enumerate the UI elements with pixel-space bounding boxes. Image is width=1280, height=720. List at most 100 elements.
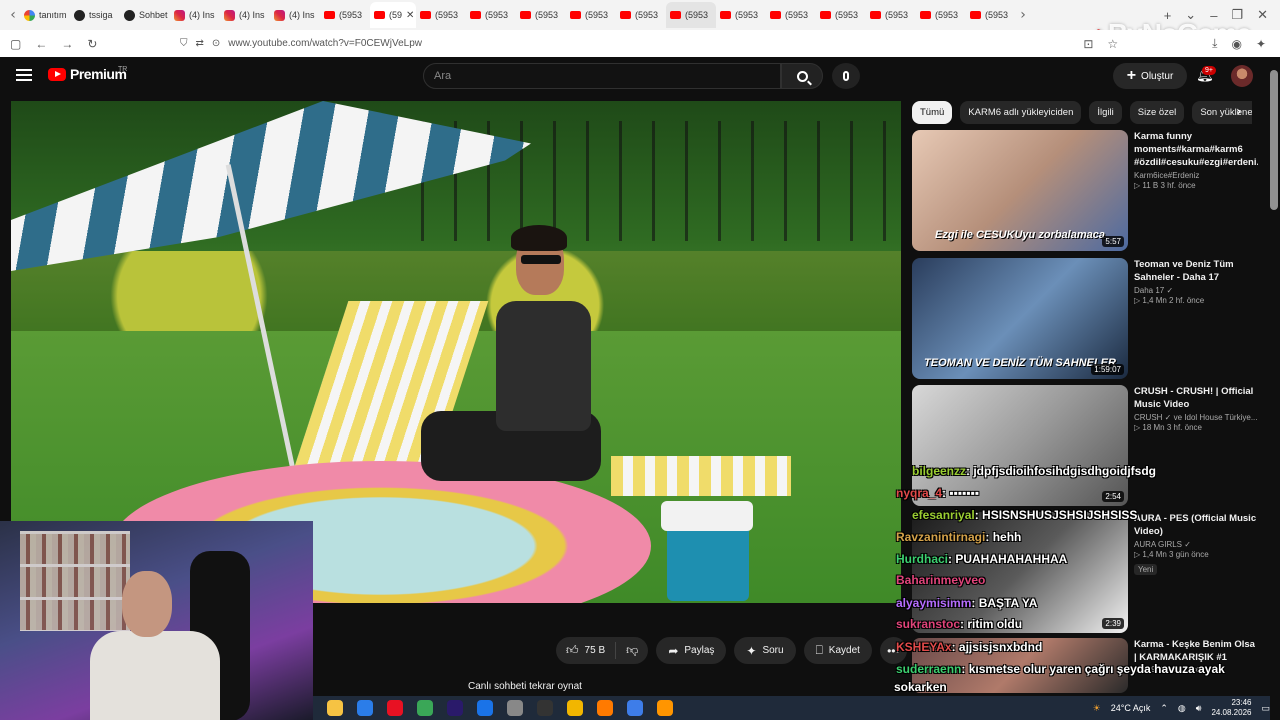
browser-tab[interactable]: (5953 (866, 2, 916, 28)
recommendation-item[interactable]: TEOMAN VE DENİZ TÜM SAHNELER 1:59:07 Teoma… (912, 258, 1257, 379)
filter-chip[interactable]: İlgili (1089, 101, 1122, 124)
tab-favicon-icon (420, 11, 431, 19)
browser-tab[interactable]: tanıtım (20, 2, 70, 28)
chat-username[interactable]: KSHEYAx (896, 640, 952, 654)
recommendation-channel[interactable]: Daha 17 ✓ (1134, 286, 1257, 295)
extensions-icon[interactable]: ✦ (1256, 37, 1266, 51)
filter-chip[interactable]: Tümü (912, 101, 953, 124)
folder-icon[interactable] (567, 700, 583, 716)
create-button[interactable]: + Oluştur (1113, 63, 1187, 89)
save-button[interactable]: ⎕ Kaydet (803, 637, 872, 664)
browser-tab[interactable]: (5953 (466, 2, 516, 28)
browser-tab[interactable]: tssiga (70, 2, 120, 28)
chat-username[interactable]: Baharinmeyveo (896, 573, 985, 587)
tab-label: (4) Ins (189, 10, 215, 20)
chat-username[interactable]: bilgeenzz (912, 464, 966, 478)
chat-username[interactable]: Hurdhaci (896, 552, 948, 566)
browser-tab[interactable]: (5953 (416, 2, 466, 28)
file-explorer-icon[interactable] (327, 700, 343, 716)
account-icon[interactable]: ◉ (1231, 37, 1241, 51)
chat-message: nyqra_4: ▪▪▪▪▪▪▪ (896, 486, 979, 500)
browser-tab[interactable]: (4) Ins (220, 2, 270, 28)
youtube-logo[interactable]: Premium (48, 66, 127, 82)
tab-scroll-left-icon[interactable]: ‹ (6, 7, 20, 23)
browser-tab[interactable]: (5953 (766, 2, 816, 28)
recommendation-thumbnail[interactable]: Ezgi ile CESUKUyu zorbalamaca 5:57 (912, 130, 1128, 251)
recommendation-thumbnail[interactable]: TEOMAN VE DENİZ TÜM SAHNELER 1:59:07 (912, 258, 1128, 379)
chat-username[interactable]: nyqra_4 (896, 486, 942, 500)
chat-username[interactable]: Ravzanintirnagi (896, 530, 985, 544)
browser-tab[interactable]: (5953 (516, 2, 566, 28)
browser-tab[interactable]: (5953 (566, 2, 616, 28)
menu-icon[interactable] (16, 69, 32, 81)
recommendation-channel[interactable]: CRUSH ✓ ve Idol House Türkiye... (1134, 413, 1257, 422)
paint-icon[interactable] (627, 700, 643, 716)
bookmark-star-icon[interactable]: ☆ (1107, 37, 1118, 51)
outlook-icon[interactable] (357, 700, 373, 716)
network-icon[interactable]: ◍ (1178, 703, 1186, 714)
share-button[interactable]: ➦ Paylaş (656, 637, 727, 664)
obs-icon[interactable] (537, 700, 553, 716)
search-input[interactable]: Ara (423, 63, 781, 89)
recommendation-item[interactable]: Ezgi ile CESUKUyu zorbalamaca 5:57 Karma f… (912, 130, 1258, 251)
dislike-button[interactable]: 👎︎ (616, 637, 648, 664)
close-window-icon[interactable]: ✕ (1257, 7, 1268, 23)
download-icon[interactable]: ⤓ (1212, 36, 1217, 51)
browser-tab[interactable]: (5953 (616, 2, 666, 28)
like-button[interactable]: 👍︎ 75 B (556, 637, 615, 664)
chips-next-icon[interactable]: › (1236, 104, 1242, 120)
browser-tab[interactable]: (5953 (716, 2, 766, 28)
youtube-play-icon (48, 67, 66, 81)
duration-badge: 1:59:07 (1091, 364, 1124, 375)
tab-close-icon[interactable]: ✕ (406, 10, 414, 21)
recommendation-channel[interactable]: Karm6ice#Erdeniz (1134, 171, 1258, 180)
forward-icon[interactable]: → (61, 37, 73, 51)
apps-icon[interactable] (477, 700, 493, 716)
browser-tab[interactable]: (4) Ins (170, 2, 220, 28)
browser-tab[interactable]: Sohbet (120, 2, 170, 28)
chat-username[interactable]: alyaymisimm (896, 596, 971, 610)
browser-tab[interactable]: (59 ✕ (370, 2, 416, 28)
tray-chevron-icon[interactable]: ⌃ (1160, 703, 1168, 714)
browser-tab[interactable]: (5953 (966, 2, 1016, 28)
chat-username[interactable]: suderraenn (896, 662, 961, 676)
page-scrollbar-thumb[interactable] (1270, 70, 1278, 210)
opera-icon[interactable] (387, 700, 403, 716)
lock-icon: ⊙ (211, 38, 221, 49)
vlc-icon[interactable] (657, 700, 673, 716)
sidebar-toggle-icon[interactable]: ▢ (10, 37, 21, 51)
chrome-icon[interactable] (417, 700, 433, 716)
chat-username[interactable]: sukranstoc (896, 617, 960, 631)
chat-username[interactable]: efesanriyal (912, 508, 975, 522)
premiere-icon[interactable] (447, 700, 463, 716)
reload-icon[interactable]: ↻ (87, 37, 97, 51)
notification-center-icon[interactable]: ▭ (1261, 703, 1270, 714)
plus-icon: + (1126, 67, 1137, 84)
chat-message: bilgeenzz: jdpfjsdioihfosihdgisdhgoidjfs… (912, 464, 1156, 478)
tab-scroll-right-icon[interactable]: › (1016, 7, 1030, 23)
voice-search-button[interactable] (832, 63, 860, 89)
browser-tab[interactable]: (5953 (666, 2, 716, 28)
ask-button[interactable]: ✦ Soru (734, 637, 796, 664)
browser-tab[interactable]: (5953 (816, 2, 866, 28)
sparkle-icon: ✦ (746, 643, 757, 658)
avatar[interactable] (1231, 65, 1253, 87)
filter-chip[interactable]: Son yüklenenler (1192, 101, 1252, 124)
filter-chip[interactable]: KARM6 adlı yükleyiciden (960, 101, 1082, 124)
site-info-icon[interactable]: ⇄ (196, 38, 204, 49)
firefox-icon[interactable] (597, 700, 613, 716)
volume-icon[interactable]: 🔊︎ (1196, 703, 1202, 714)
app-icon[interactable] (507, 700, 523, 716)
search-button[interactable] (781, 63, 823, 89)
browser-tab[interactable]: (5953 (320, 2, 370, 28)
screenshot-icon[interactable]: ⊡ (1083, 37, 1093, 51)
system-tray: ☀ 24°C Açık ⌃ ◍ 🔊︎ 23:46 24.08.2026 ▭ (1093, 696, 1280, 720)
clock[interactable]: 23:46 24.08.2026 (1211, 698, 1251, 718)
filter-chip[interactable]: Size özel (1129, 101, 1185, 124)
video-person (421, 225, 611, 561)
back-icon[interactable]: ← (35, 37, 47, 51)
browser-tab[interactable]: (5953 (916, 2, 966, 28)
replay-chat-button[interactable]: Canlı sohbeti tekrar oynat (460, 676, 900, 696)
url-field[interactable]: ⛉ ⇄ ⊙ www.youtube.com/watch?v=F0CEWjVeLp… (180, 34, 422, 53)
browser-tab[interactable]: (4) Ins (270, 2, 320, 28)
